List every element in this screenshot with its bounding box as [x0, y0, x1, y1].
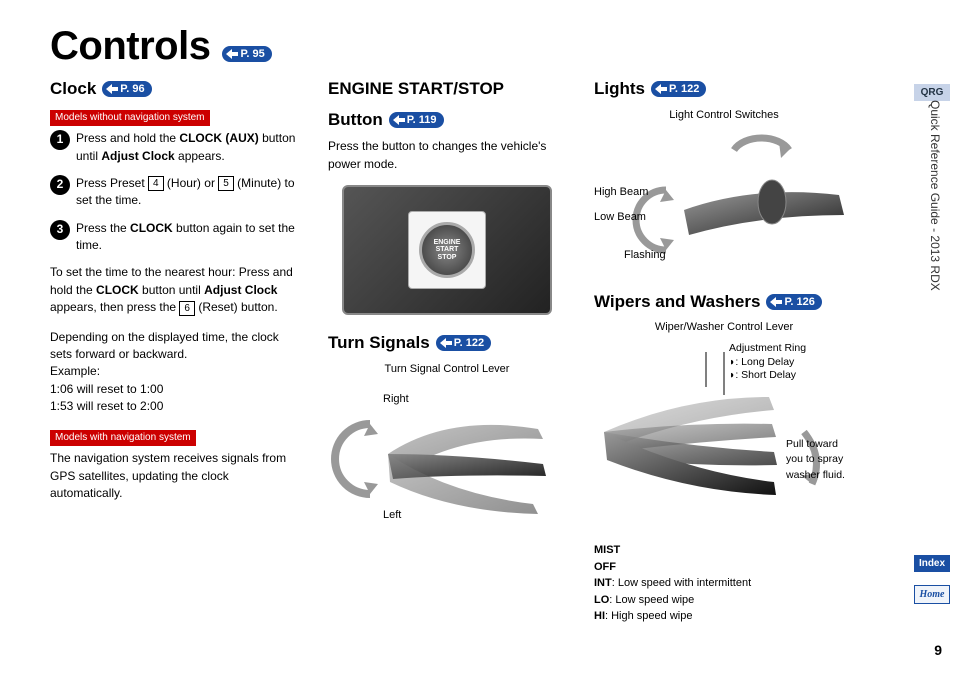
step-3-text: Press the CLOCK button again to set the … [76, 220, 300, 255]
turn-caption: Turn Signal Control Lever [328, 362, 566, 378]
wipers-caption: Wiper/Washer Control Lever [594, 320, 854, 336]
engine-start-button-icon: ENGINE START STOP [419, 222, 475, 278]
wipers-diagram: Adjustment Ring ◗: Long Delay ◗: Short D… [594, 342, 854, 542]
turn-diagram: Right Left [328, 384, 566, 524]
arrow-icon [106, 84, 118, 94]
arrow-icon [393, 115, 405, 125]
wipers-heading: Wipers and Washers P. 126 [594, 290, 854, 315]
heading-text: Clock [50, 77, 96, 102]
engine-pill[interactable]: P. 119 [389, 112, 444, 128]
qrg-tab[interactable]: QRG [914, 84, 950, 101]
pill-text: P. 95 [240, 47, 264, 61]
step-2-icon: 2 [50, 175, 70, 195]
clock-heading: Clock P. 96 [50, 77, 300, 102]
clock-example: Depending on the displayed time, the clo… [50, 329, 300, 416]
nav-label: Models with navigation system [50, 430, 196, 447]
pull-label: Pull toward you to spray washer fluid. [786, 437, 854, 483]
lights-pill[interactable]: P. 122 [651, 81, 706, 97]
turn-pill[interactable]: P. 122 [436, 335, 491, 351]
pill-text: P. 122 [454, 336, 484, 350]
pill-text: P. 119 [407, 113, 437, 127]
lights-caption: Light Control Switches [594, 108, 854, 124]
heading-text: Turn Signals [328, 331, 430, 356]
heading-line2: Button [328, 108, 383, 133]
page-ref-pill[interactable]: P. 95 [222, 46, 271, 62]
index-tab[interactable]: Index [914, 555, 950, 572]
clock-nav-text: The navigation system receives signals f… [50, 450, 300, 502]
lights-diagram: High Beam Low Beam Flashing [594, 130, 854, 290]
wipers-pill[interactable]: P. 126 [766, 294, 821, 310]
heading-text: Lights [594, 77, 645, 102]
engine-heading: ENGINE START/STOP Button P. 119 [328, 77, 566, 132]
pill-text: P. 96 [120, 82, 144, 96]
key-6: 6 [179, 301, 195, 316]
page-number: 9 [934, 642, 942, 658]
pill-text: P. 126 [784, 295, 814, 309]
clock-nearest-hour: To set the time to the nearest hour: Pre… [50, 264, 300, 316]
step-2-text: Press Preset 4 (Hour) or 5 (Minute) to s… [76, 175, 300, 210]
arrow-icon [655, 84, 667, 94]
arrow-icon [770, 297, 782, 307]
page-title: Controls [50, 24, 210, 69]
key-4: 4 [148, 176, 164, 191]
key-5: 5 [218, 176, 234, 191]
no-nav-label: Models without navigation system [50, 110, 210, 127]
wiper-mode-labels: MIST OFF INT: Low speed with intermitten… [594, 542, 854, 625]
clock-pill[interactable]: P. 96 [102, 81, 151, 97]
high-beam-label: High Beam [594, 185, 648, 201]
turn-lever-icon [328, 384, 566, 524]
adjustment-ring-label: Adjustment Ring ◗: Long Delay ◗: Short D… [729, 342, 806, 383]
engine-image: ENGINE START STOP [342, 185, 552, 315]
sidebar-title: Quick Reference Guide - 2013 RDX [928, 100, 942, 291]
step-3-icon: 3 [50, 220, 70, 240]
flashing-label: Flashing [624, 248, 666, 264]
arrow-icon [226, 49, 238, 59]
turn-left-label: Left [383, 508, 401, 524]
lights-heading: Lights P. 122 [594, 77, 854, 102]
arrow-icon [440, 338, 452, 348]
engine-text: Press the button to changes the vehicle'… [328, 138, 566, 173]
heading-line1: ENGINE START/STOP [328, 77, 566, 102]
turn-right-label: Right [383, 392, 409, 408]
step-1-text: Press and hold the CLOCK (AUX) button un… [76, 130, 300, 165]
home-tab[interactable]: Home [914, 585, 950, 604]
pill-text: P. 122 [669, 82, 699, 96]
turn-heading: Turn Signals P. 122 [328, 331, 566, 356]
low-beam-label: Low Beam [594, 210, 646, 226]
step-1-icon: 1 [50, 130, 70, 150]
heading-text: Wipers and Washers [594, 290, 760, 315]
